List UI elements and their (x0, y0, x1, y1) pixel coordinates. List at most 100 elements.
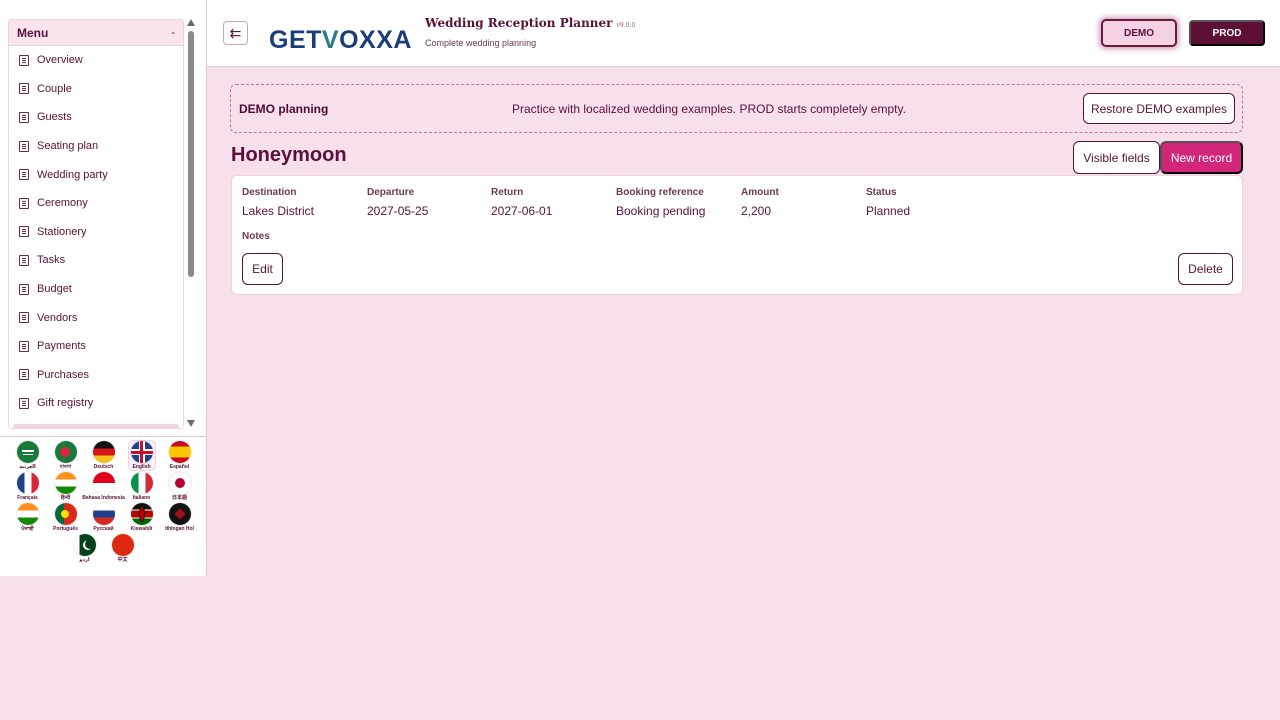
language-portuguese[interactable]: Português (53, 503, 79, 532)
indonesia-flag-icon (92, 472, 115, 494)
bangladesh-flag-icon (54, 441, 77, 463)
language-label: Español (169, 464, 190, 470)
scroll-down-icon[interactable] (187, 420, 195, 427)
sidebar-item-stationery[interactable]: Stationery (9, 218, 183, 247)
sidebar-item-wedding-party[interactable]: Wedding party (9, 160, 183, 189)
menu-title: Menu (17, 25, 49, 40)
new-record-button[interactable]: New record (1160, 141, 1243, 174)
language-spanish[interactable]: Español (167, 441, 193, 470)
sidebar-item-label: Tasks (37, 254, 66, 267)
language-swahili[interactable]: Kiswahili (129, 503, 155, 532)
visible-fields-button[interactable]: Visible fields (1073, 141, 1160, 174)
language-hindi[interactable]: हिन्दी (53, 472, 79, 501)
sidebar-item-budget[interactable]: Budget (9, 275, 183, 304)
document-icon (19, 169, 29, 181)
language-label: Français (17, 495, 38, 501)
klingon-flag-icon (168, 503, 191, 525)
language-urdu[interactable]: اردو (72, 534, 98, 563)
india-flag-icon (54, 472, 77, 494)
language-italian[interactable]: Italiano (129, 472, 155, 501)
field-label: Amount (741, 187, 779, 198)
document-icon (19, 54, 29, 66)
language-label: 中文 (117, 557, 128, 563)
japan-flag-icon (168, 472, 191, 494)
language-label: اردو (79, 557, 90, 563)
document-icon (19, 312, 29, 324)
language-klingon[interactable]: tlhIngan Hol (165, 503, 194, 532)
language-label: ਪੰਜਾਬੀ (21, 526, 34, 532)
page-title: Honeymoon (231, 144, 347, 166)
document-icon (19, 197, 29, 209)
demo-banner: DEMO planning Practice with localized we… (230, 84, 1243, 133)
document-icon (19, 83, 29, 95)
field-destination: Destination Lakes District (242, 187, 314, 218)
field-status: Status Planned (866, 187, 910, 218)
india-flag-icon (16, 503, 39, 525)
restore-demo-button[interactable]: Restore DEMO examples (1083, 93, 1235, 124)
field-label: Return (491, 187, 524, 198)
menu-item-partial[interactable] (13, 424, 179, 428)
field-value: 2027-06-01 (491, 204, 553, 218)
sidebar-toggle-button[interactable]: ⇇ (223, 21, 248, 45)
menu-header[interactable]: Menu - (9, 20, 183, 46)
sidebar-item-gift-registry[interactable]: Gift registry (9, 389, 183, 418)
language-label: Deutsch (93, 464, 114, 470)
language-chinese[interactable]: 中文 (110, 534, 136, 563)
field-departure: Departure 2027-05-25 (367, 187, 428, 218)
language-bengali[interactable]: বাংলা (53, 441, 79, 470)
field-value: Lakes District (242, 204, 315, 218)
prod-mode-button[interactable]: PROD (1189, 20, 1265, 46)
document-icon (19, 254, 29, 266)
field-label: Booking reference (616, 187, 704, 198)
language-arabic[interactable]: العربية (15, 441, 41, 470)
language-label: Português (53, 526, 78, 532)
sidebar-scrollbar[interactable] (186, 17, 196, 429)
sidebar-item-ceremony[interactable]: Ceremony (9, 189, 183, 218)
sidebar-item-couple[interactable]: Couple (9, 75, 183, 104)
field-label: Status (866, 187, 897, 198)
sidebar-item-payments[interactable]: Payments (9, 332, 183, 361)
sidebar-item-vendors[interactable]: Vendors (9, 303, 183, 332)
language-label: Italiano (132, 495, 151, 501)
language-label: বাংলা (59, 464, 72, 470)
field-label: Departure (367, 187, 415, 198)
app-subtitle: Complete wedding planning (425, 38, 537, 48)
language-german[interactable]: Deutsch (91, 441, 117, 470)
delete-button[interactable]: Delete (1178, 253, 1233, 285)
language-label: Kiswahili (130, 526, 153, 532)
language-indonesian[interactable]: Bahasa Indonesia (82, 472, 125, 501)
language-label: हिन्दी (60, 495, 71, 501)
collapse-icon[interactable]: - (171, 27, 175, 39)
sidebar-item-tasks[interactable]: Tasks (9, 246, 183, 275)
sidebar-item-label: Payments (37, 340, 86, 353)
language-punjabi[interactable]: ਪੰਜਾਬੀ (15, 503, 41, 532)
language-french[interactable]: Français (15, 472, 41, 501)
sidebar-item-overview[interactable]: Overview (9, 46, 183, 75)
field-return: Return 2027-06-01 (491, 187, 552, 218)
sidebar-item-purchases[interactable]: Purchases (9, 361, 183, 390)
field-value: Booking pending (616, 204, 706, 218)
sidebar-item-label: Stationery (37, 225, 87, 238)
sidebar-item-guests[interactable]: Guests (9, 103, 183, 132)
document-icon (19, 111, 29, 123)
portugal-flag-icon (54, 503, 77, 525)
language-label: Bahasa Indonesia (82, 495, 125, 501)
document-icon (19, 340, 29, 352)
document-icon (19, 369, 29, 381)
demo-mode-button[interactable]: DEMO (1101, 19, 1177, 47)
banner-title: DEMO planning (239, 102, 329, 116)
scroll-thumb[interactable] (188, 31, 194, 277)
sidebar-item-seating-plan[interactable]: Seating plan (9, 132, 183, 161)
scroll-up-icon[interactable] (187, 19, 195, 26)
language-russian[interactable]: Русский (91, 503, 117, 532)
language-japanese[interactable]: 日本語 (167, 472, 193, 501)
document-icon (19, 397, 29, 409)
saudi-flag-icon (16, 441, 39, 463)
menu-list: Overview Couple Guests Seating plan Wedd… (9, 46, 183, 418)
france-flag-icon (16, 472, 39, 494)
language-english[interactable]: English (127, 440, 156, 471)
menu-panel: Menu - Overview Couple Guests Seating pl… (8, 19, 184, 429)
china-flag-icon (111, 534, 134, 556)
notes-label: Notes (242, 231, 270, 242)
edit-button[interactable]: Edit (242, 253, 283, 285)
